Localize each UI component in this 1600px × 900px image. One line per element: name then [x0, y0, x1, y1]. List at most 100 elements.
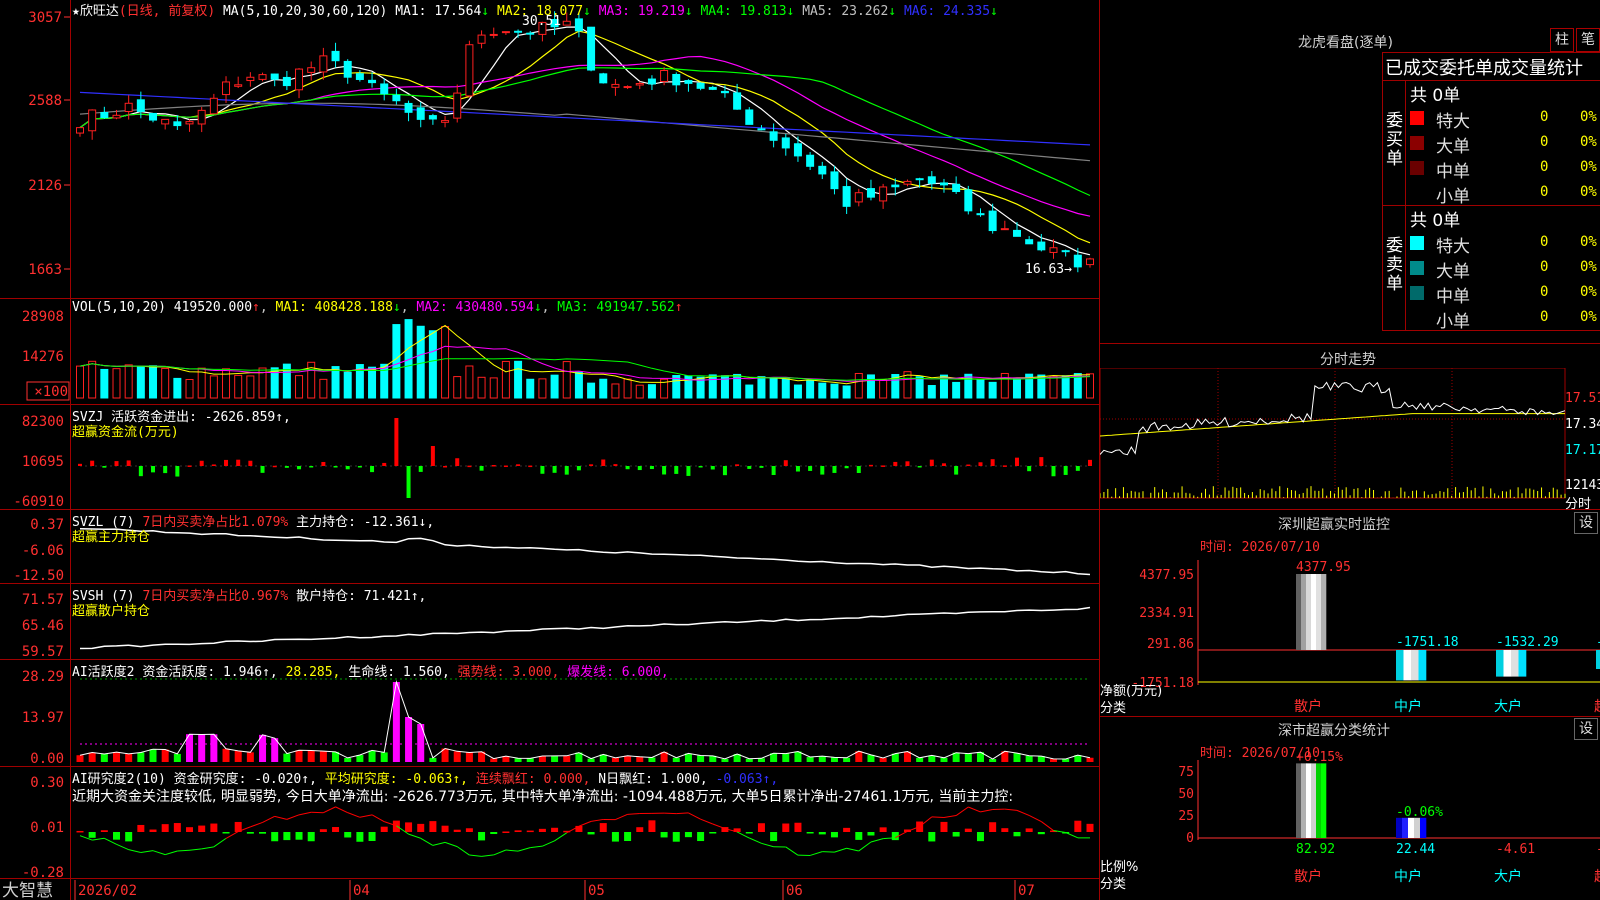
candle-body [161, 118, 170, 125]
x-axis: 大智慧 2026/02 04 05 06 07 [2, 880, 1035, 900]
svg-text:28.29: 28.29 [22, 669, 64, 685]
candle-body [769, 131, 778, 141]
ai2-bar [660, 832, 668, 838]
ai1-bar [964, 753, 972, 762]
svzj-bar [1039, 457, 1044, 466]
candle-body [453, 92, 462, 119]
volume-bar [623, 378, 632, 399]
svzj-bar [236, 459, 241, 466]
ai2-line-seg [943, 815, 957, 819]
candle-body [197, 109, 206, 125]
candle-body [270, 73, 279, 80]
ai2-line-seg [201, 846, 214, 850]
ai2-line-seg [785, 846, 799, 856]
svzj-bar [382, 462, 387, 466]
ai2-line-seg [712, 823, 726, 830]
ai-research-panel [76, 806, 1094, 857]
svzj-axis: 82300 10695 -60910 [13, 414, 64, 510]
candle-body [355, 73, 364, 80]
ai2-axis: 0.30 0.01 -0.28 [22, 775, 64, 881]
ai2-bar [672, 832, 680, 842]
volume-bar [1049, 375, 1058, 399]
ai2-bar [307, 832, 315, 842]
vol-ma-line-2 [79, 345, 1091, 382]
svzj-subtitle: 超赢资金流(万元) [72, 425, 179, 440]
ai1-bar [319, 751, 327, 762]
ai2-bar [976, 832, 984, 842]
volume-bar [647, 384, 656, 399]
svzj-bar [357, 466, 362, 468]
ai2-line-seg [347, 812, 361, 818]
volume-bar [1012, 378, 1021, 399]
ai2-bar [830, 832, 838, 838]
svsh-axis: 71.57 65.46 59.57 [22, 592, 64, 660]
ai2-bar [514, 830, 522, 832]
ai2-bar [1025, 828, 1033, 832]
ai2-bar [137, 824, 145, 832]
class-bar-part [1596, 650, 1600, 670]
ma-line-1 [79, 26, 1091, 256]
volume-bar [453, 376, 462, 399]
candle-body [282, 76, 291, 87]
class-bar-part [1414, 817, 1421, 838]
ai2-bar [770, 832, 778, 842]
szc-tick: 75 [1178, 765, 1194, 780]
volume-bar [149, 365, 158, 399]
candle-body [526, 32, 535, 35]
candle-body [404, 102, 413, 113]
tick-mode-button[interactable]: 笔 [1576, 28, 1600, 52]
ai1-bar [173, 753, 181, 762]
svzj-bar [747, 466, 752, 469]
ai2-bar [210, 823, 218, 832]
ma5-label: MA5: 23.262 [802, 4, 889, 19]
svg-text:0.01: 0.01 [30, 820, 64, 836]
svzj-bar [601, 459, 606, 466]
main-chart-area[interactable]: 3057 2588 2126 1663 28908 14276 ×100 823… [0, 0, 1100, 900]
ai2-line-seg [250, 821, 263, 828]
volume-bar [477, 376, 486, 399]
ai1-line [79, 680, 1091, 760]
intraday-frame [1100, 368, 1566, 499]
class-bar-part [1311, 574, 1317, 650]
svzj-bar [309, 466, 314, 468]
intraday-axis-4: 12143 [1565, 478, 1600, 493]
ma4-label: MA4: 19.813 [700, 4, 787, 19]
volume-bar [988, 381, 997, 399]
candle-body [1061, 250, 1070, 253]
swatch [1410, 111, 1424, 125]
svzj-bar [443, 465, 448, 468]
ma-params: MA(5,10,20,30,60,120) [222, 4, 388, 19]
ai2-line-seg [968, 806, 981, 813]
svzj-bar [832, 466, 837, 473]
ai1-bar [380, 752, 388, 762]
sz-tick: 2334.91 [1139, 606, 1194, 621]
intraday-axis-2: 17.34 [1565, 417, 1600, 432]
ai1-bar [526, 758, 534, 762]
svzj-bar [467, 465, 472, 468]
class-bar-part [1511, 650, 1519, 677]
volume-bar [173, 377, 182, 399]
ai2-line-seg [578, 820, 592, 827]
ai2-bar [429, 821, 437, 832]
svzj-bar [199, 460, 204, 466]
volume-bar [112, 368, 121, 399]
ai2-line-seg [408, 833, 421, 839]
vol-ma-line-1 [79, 324, 1091, 385]
ai2-bar [794, 822, 802, 832]
ai1-bar [405, 717, 413, 762]
candle-body [222, 81, 231, 96]
sell-row-xl: 特大 0 0% [1410, 231, 1600, 257]
intraday-chart[interactable] [1100, 368, 1600, 508]
ai2-line-seg [858, 841, 872, 852]
svzj-bar [78, 463, 82, 466]
svg-text:-0.28: -0.28 [22, 865, 64, 881]
sz-category-label: 中户 [1394, 698, 1422, 715]
ai2-line-seg [371, 814, 385, 823]
candle-body [246, 76, 255, 82]
stock-name: 欣旺达 [79, 4, 119, 19]
bar-mode-button[interactable]: 柱 [1550, 28, 1574, 52]
candle-body [964, 189, 973, 212]
svzj-bar [126, 460, 131, 466]
ai2-line-seg [530, 845, 543, 849]
ai2-bar [538, 828, 546, 832]
